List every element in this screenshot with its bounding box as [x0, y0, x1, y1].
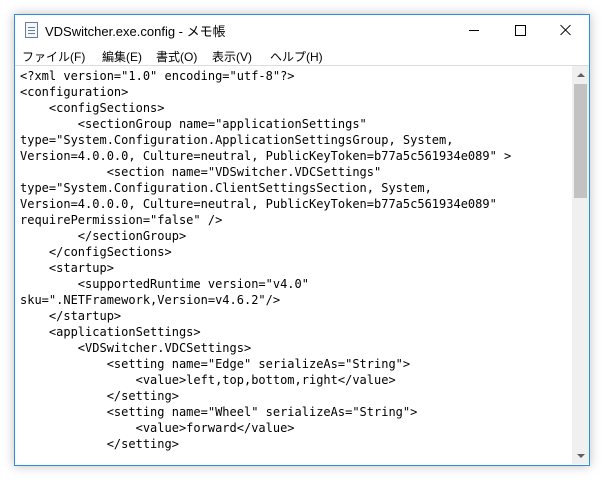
minimize-button[interactable] [451, 15, 497, 45]
text-line: <value>left,top,bottom,right</value> [20, 373, 396, 387]
text-line: <startup> [20, 261, 114, 275]
close-icon [560, 24, 572, 36]
window-title: VDSwitcher.exe.config - メモ帳 [45, 24, 226, 39]
scroll-down-button[interactable] [572, 447, 589, 464]
text-line: requirePermission="false" /> [20, 213, 223, 227]
menu-edit[interactable]: 編集(E) [102, 48, 142, 65]
text-content[interactable]: <?xml version="1.0" encoding="utf-8"?> <… [20, 68, 570, 464]
text-line: <?xml version="1.0" encoding="utf-8"?> [20, 69, 295, 83]
text-line: <configSections> [20, 101, 165, 115]
text-line: <section name="VDSwitcher.VDCSettings" [20, 165, 382, 179]
maximize-icon [514, 24, 526, 36]
vertical-scrollbar[interactable] [572, 66, 589, 464]
menu-view[interactable]: 表示(V) [212, 48, 252, 65]
text-line: <sectionGroup name="applicationSettings" [20, 117, 367, 131]
text-line: <VDSwitcher.VDCSettings> [20, 341, 252, 355]
text-line: </setting> [20, 389, 179, 403]
text-line: <applicationSettings> [20, 325, 201, 339]
menu-file[interactable]: ファイル(F) [22, 48, 85, 65]
arrow-up-icon [576, 72, 585, 77]
text-editor[interactable]: <?xml version="1.0" encoding="utf-8"?> <… [15, 65, 589, 465]
notepad-window: VDSwitcher.exe.config - メモ帳 ファイル(F) 編集(E… [14, 14, 590, 466]
text-line: </setting> [20, 437, 179, 451]
text-line: <value>forward</value> [20, 421, 295, 435]
text-line: </sectionGroup> [20, 229, 187, 243]
text-line: <setting name="Wheel" serializeAs="Strin… [20, 405, 418, 419]
text-line: type="System.Configuration.ClientSetting… [20, 181, 432, 195]
scroll-thumb[interactable] [574, 84, 587, 198]
text-line: </startup> [20, 309, 122, 323]
menu-help[interactable]: ヘルプ(H) [270, 48, 323, 65]
text-line: type="System.Configuration.ApplicationSe… [20, 133, 454, 147]
minimize-icon [469, 29, 479, 31]
scroll-up-button[interactable] [572, 66, 589, 83]
title-bar[interactable]: VDSwitcher.exe.config - メモ帳 [15, 15, 589, 45]
menu-bar: ファイル(F) 編集(E) 書式(O) 表示(V) ヘルプ(H) [15, 45, 589, 65]
text-line: <supportedRuntime version="v4.0" [20, 277, 309, 291]
text-line: Version=4.0.0.0, Culture=neutral, Public… [20, 149, 512, 163]
text-line: <setting name="Edge" serializeAs="String… [20, 357, 411, 371]
maximize-button[interactable] [497, 15, 543, 45]
menu-format[interactable]: 書式(O) [156, 48, 197, 65]
close-button[interactable] [543, 15, 589, 45]
text-line: sku=".NETFramework,Version=v4.6.2"/> [20, 293, 281, 307]
text-line: Version=4.0.0.0, Culture=neutral, Public… [20, 197, 497, 211]
arrow-down-icon [576, 453, 585, 458]
notepad-icon[interactable] [25, 22, 38, 38]
text-line: <configuration> [20, 85, 129, 99]
text-line: </configSections> [20, 245, 172, 259]
